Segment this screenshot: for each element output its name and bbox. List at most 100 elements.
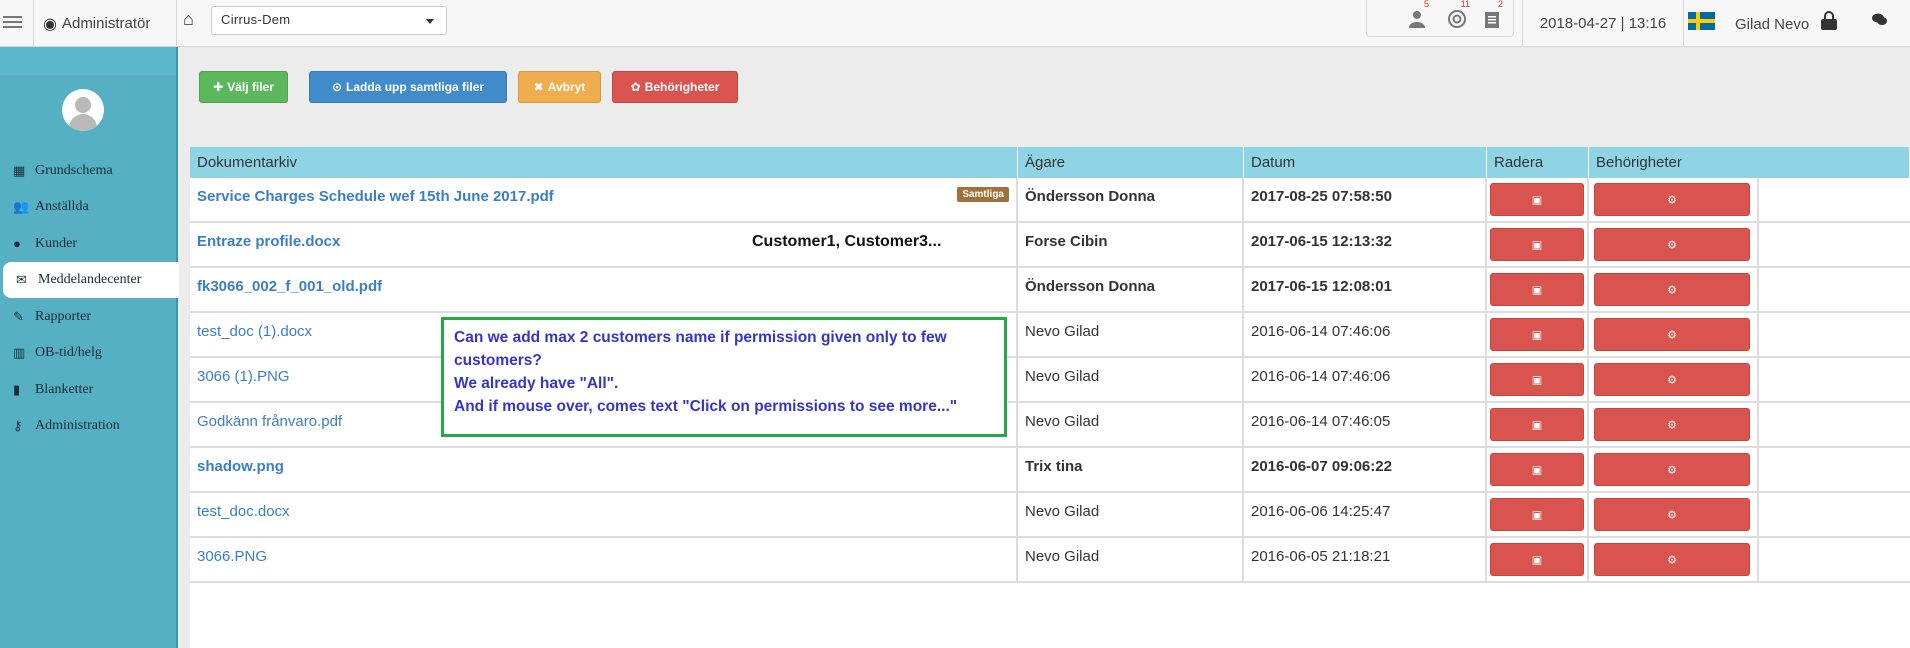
document-cell[interactable]: 3066.PNG: [190, 538, 1018, 581]
permissions-row-button[interactable]: ⚙: [1594, 273, 1750, 306]
permissions-cell: ⚙: [1589, 178, 1759, 221]
sidebar-item-blanketter[interactable]: ▮ Blanketter: [0, 372, 176, 408]
date-cell: 2017-08-25 07:58:50: [1244, 178, 1487, 221]
sidebar-item-kunder[interactable]: ● Kunder: [0, 226, 176, 262]
support-icon[interactable]: 11: [1448, 0, 1470, 33]
trash-icon: ▣: [1531, 509, 1543, 521]
sidebar-item-meddelandecenter[interactable]: ✉ Meddelandecenter: [3, 262, 179, 298]
owner-name: Nevo Gilad: [1025, 548, 1100, 565]
date-cell: 2016-06-06 14:25:47: [1244, 493, 1487, 536]
permissions-button[interactable]: ✿ Behörigheter: [612, 71, 738, 103]
date-value: 2016-06-05 21:18:21: [1251, 548, 1391, 565]
delete-button[interactable]: ▣: [1490, 363, 1584, 396]
delete-cell: ▣: [1487, 493, 1589, 536]
lock-icon[interactable]: [1821, 11, 1837, 30]
document-cell[interactable]: test_doc.docx: [190, 493, 1018, 536]
document-link[interactable]: Service Charges Schedule wef 15th June 2…: [197, 188, 554, 205]
annotation-note: Can we add max 2 customers name if permi…: [441, 317, 1007, 437]
current-datetime: 2018-04-27 | 13:16: [1522, 0, 1684, 47]
notification-group: 5 11 2: [1366, 0, 1514, 37]
swedish-flag-icon[interactable]: [1688, 12, 1715, 30]
sidebar-item-label: Anställda: [35, 199, 89, 214]
permissions-cell: ⚙: [1589, 403, 1759, 446]
support-badge: 11: [1460, 0, 1470, 9]
document-link[interactable]: shadow.png: [197, 458, 284, 475]
trash-icon: ▣: [1531, 419, 1543, 431]
column-header-permissions: Behörigheter: [1589, 147, 1910, 178]
chat-icon[interactable]: [1872, 13, 1887, 30]
table-row: 3066.PNG Nevo Gilad 2016-06-05 21:18:21 …: [190, 538, 1910, 583]
all-customers-badge: Samtliga: [957, 187, 1009, 202]
close-icon: ✖: [533, 80, 544, 94]
sidebar-item-rapporter[interactable]: ✎ Rapporter: [0, 299, 176, 335]
menu-toggle-button[interactable]: [0, 0, 34, 47]
document-cell[interactable]: Entraze profile.docx Customer1, Customer…: [190, 223, 1018, 266]
customer-names: Customer1, Customer3...: [752, 233, 942, 250]
trash-icon: ▣: [1531, 554, 1543, 566]
sidebar-item-grundschema[interactable]: ▦ Grundschema: [0, 153, 176, 189]
document-cell[interactable]: fk3066_002_f_001_old.pdf: [190, 268, 1018, 311]
permissions-row-button[interactable]: ⚙: [1594, 543, 1750, 576]
permissions-label: Behörigheter: [644, 80, 720, 94]
delete-button[interactable]: ▣: [1490, 543, 1584, 576]
role-switcher[interactable]: ◉ Administratör: [34, 0, 177, 47]
clipboard-icon: [1485, 12, 1499, 28]
owner-cell: Nevo Gilad: [1018, 493, 1244, 536]
column-header-date[interactable]: Datum: [1244, 147, 1487, 178]
document-link[interactable]: test_doc.docx: [197, 503, 290, 520]
avatar[interactable]: [62, 89, 104, 131]
envelope-icon: ✉: [16, 272, 27, 287]
delete-button[interactable]: ▣: [1490, 273, 1584, 306]
document-link[interactable]: 3066 (1).PNG: [197, 368, 290, 385]
home-icon[interactable]: ⌂: [183, 9, 194, 30]
annotation-line: Can we add max 2 customers name if permi…: [454, 329, 947, 346]
sidebar-item-label: Meddelandecenter: [38, 272, 142, 287]
date-cell: 2017-06-15 12:08:01: [1244, 268, 1487, 311]
sidebar-item-administration[interactable]: ⚷ Administration: [0, 408, 176, 444]
delete-button[interactable]: ▣: [1490, 408, 1584, 441]
user-notification-icon[interactable]: 5: [1409, 0, 1429, 33]
document-cell[interactable]: shadow.png: [190, 448, 1018, 491]
permissions-row-button[interactable]: ⚙: [1594, 228, 1750, 261]
cancel-label: Avbryt: [547, 80, 586, 94]
document-link[interactable]: test_doc (1).docx: [197, 323, 312, 340]
calendar-icon: ▦: [13, 163, 26, 178]
delete-cell: ▣: [1487, 358, 1589, 401]
cogs-icon: ⚙: [1667, 419, 1677, 431]
cogs-icon: ⚙: [1667, 554, 1677, 566]
sidebar: ▦ Grundschema 👥 Anställda ● Kunder ✉ Med…: [0, 47, 179, 648]
permissions-row-button[interactable]: ⚙: [1594, 408, 1750, 441]
document-link[interactable]: Entraze profile.docx: [197, 233, 340, 250]
owner-name: Nevo Gilad: [1025, 323, 1100, 340]
delete-button[interactable]: ▣: [1490, 183, 1584, 216]
upload-all-button[interactable]: ⊙ Ladda upp samtliga filer: [309, 71, 507, 103]
document-link[interactable]: fk3066_002_f_001_old.pdf: [197, 278, 382, 295]
permissions-row-button[interactable]: ⚙: [1594, 318, 1750, 351]
users-icon: 👥: [13, 199, 30, 214]
document-link[interactable]: Godkänn frånvaro.pdf: [197, 413, 342, 430]
choose-files-button[interactable]: ✚ Välj filer: [199, 71, 288, 103]
delete-button[interactable]: ▣: [1490, 498, 1584, 531]
document-link[interactable]: 3066.PNG: [197, 548, 267, 565]
document-cell[interactable]: Service Charges Schedule wef 15th June 2…: [190, 178, 1018, 221]
annotation-line: We already have "All".: [454, 375, 619, 392]
sidebar-item-anstallda[interactable]: 👥 Anställda: [0, 189, 176, 225]
company-select[interactable]: Cirrus-Dem: [211, 6, 447, 35]
sidebar-item-ob-tid[interactable]: ▥ OB-tid/helg: [0, 335, 176, 371]
cogs-icon: ⚙: [1667, 194, 1677, 206]
delete-button[interactable]: ▣: [1490, 453, 1584, 486]
owner-cell: Öndersson Donna: [1018, 268, 1244, 311]
date-cell: 2016-06-14 07:46:05: [1244, 403, 1487, 446]
column-header-owner[interactable]: Ägare: [1018, 147, 1244, 178]
cancel-button[interactable]: ✖ Avbryt: [518, 71, 601, 103]
permissions-row-button[interactable]: ⚙: [1594, 498, 1750, 531]
delete-button[interactable]: ▣: [1490, 228, 1584, 261]
file-icon: ▮: [13, 382, 21, 397]
column-header-document[interactable]: Dokumentarkiv: [190, 147, 1018, 178]
delete-button[interactable]: ▣: [1490, 318, 1584, 351]
permissions-row-button[interactable]: ⚙: [1594, 183, 1750, 216]
permissions-row-button[interactable]: ⚙: [1594, 453, 1750, 486]
permissions-row-button[interactable]: ⚙: [1594, 363, 1750, 396]
tasks-icon[interactable]: 2: [1485, 0, 1503, 33]
user-name[interactable]: Gilad Nevo: [1735, 16, 1809, 33]
